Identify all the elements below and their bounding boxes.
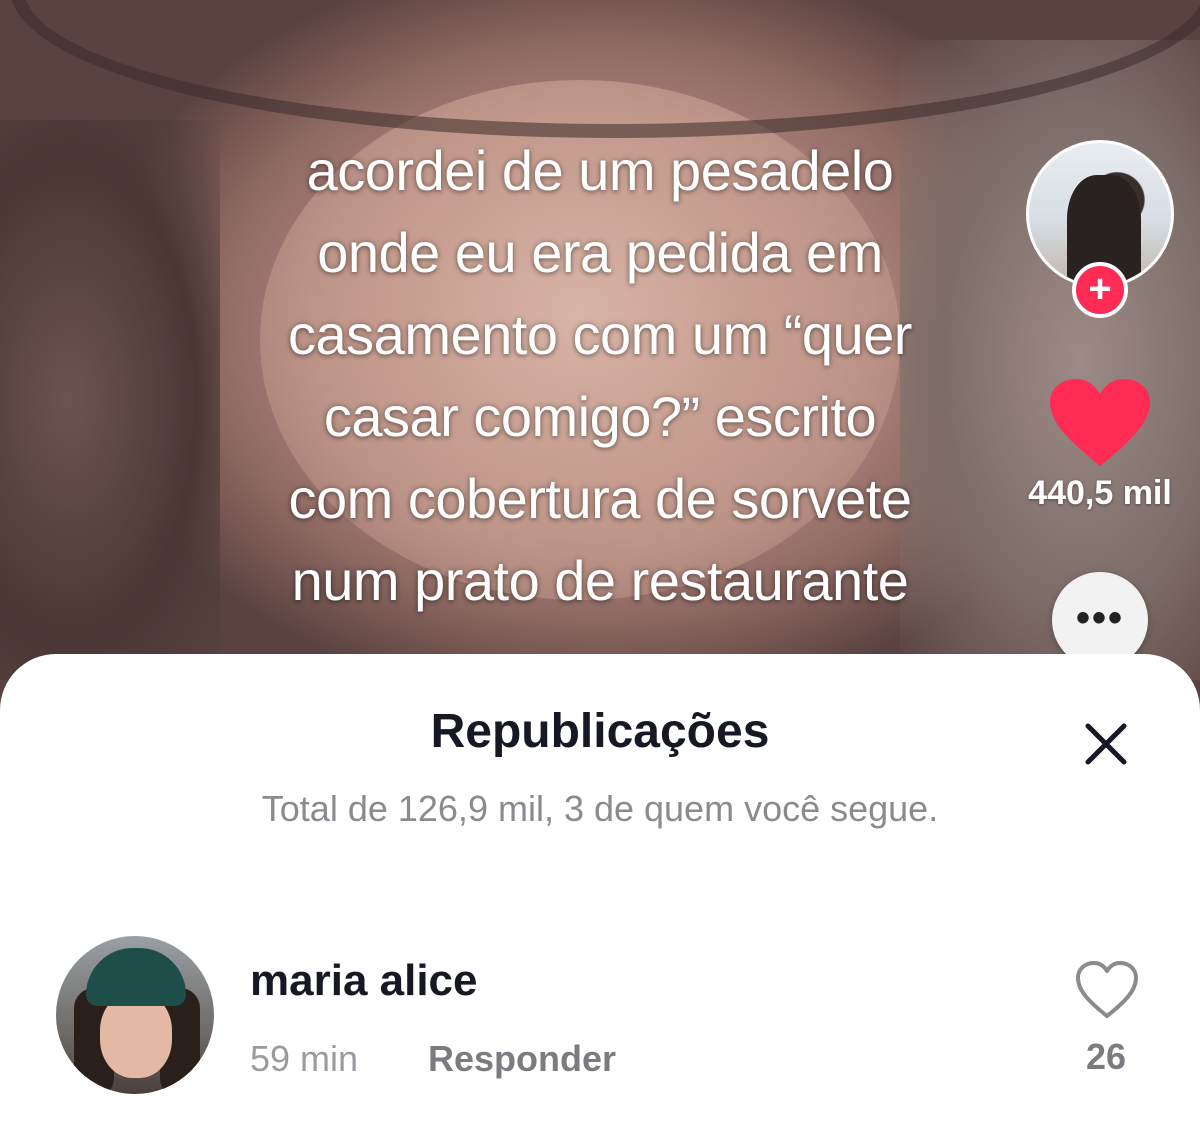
follow-button[interactable]: + [1072,262,1128,318]
repost-row[interactable]: maria alice 59 min Responder 26 [0,936,1200,1106]
sheet-title: Republicações [430,705,770,758]
repost-time: 59 min [250,1038,359,1079]
sheet-subtitle: Total de 126,9 mil, 3 de quem você segue… [261,788,939,829]
repost-like-count: 26 [1085,1036,1127,1077]
heart-outline-icon[interactable] [1074,960,1140,1020]
video-caption: acordei de um pesadelo onde eu era pedid… [288,139,912,612]
video-player[interactable]: acordei de um pesadelo onde eu era pedid… [0,0,1200,720]
plus-icon: + [1088,267,1112,311]
close-icon[interactable] [1080,718,1132,770]
reply-button[interactable]: Responder [428,1038,616,1080]
avatar[interactable] [56,936,214,1094]
avatar-beanie [86,948,186,1006]
reposts-sheet: Republicações Total de 126,9 mil, 3 de q… [0,654,1200,1134]
repost-username[interactable]: maria alice [250,956,478,1006]
like-count: 440,5 mil [1028,474,1172,512]
heart-icon [1050,379,1150,466]
more-icon: ••• [1075,596,1124,640]
like-button[interactable] [1048,378,1152,468]
